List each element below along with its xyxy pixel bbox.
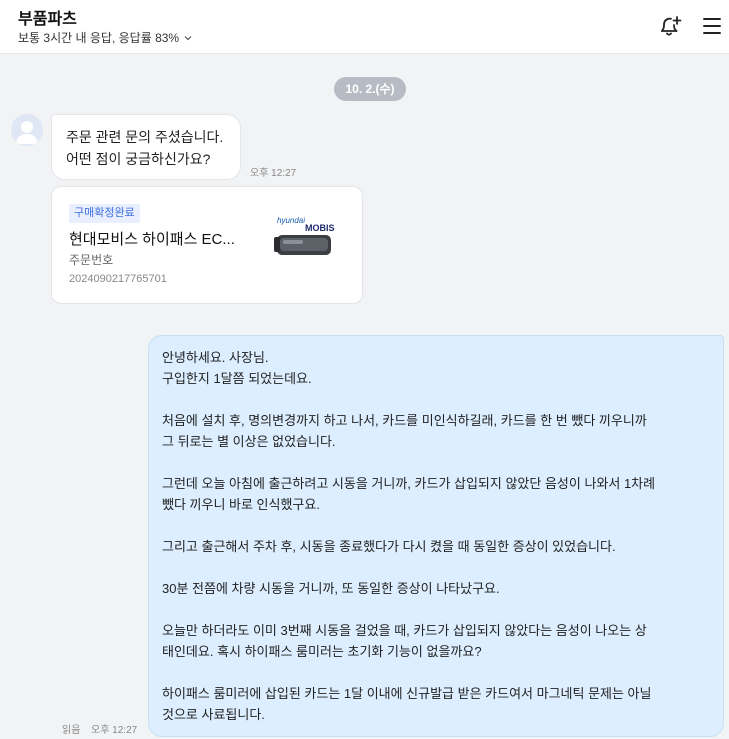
outgoing-timestamp: 오후 12:27 — [91, 725, 138, 736]
product-thumbnail: hyundai MOBIS — [274, 216, 335, 255]
order-number-label: 주문번호 — [69, 253, 114, 267]
msg-line: 안녕하세요. 사장님. — [162, 350, 269, 365]
outgoing-message: 안녕하세요. 사장님. 구입한지 1달쯤 되었는데요. 처음에 설치 후, 명의… — [148, 335, 724, 737]
shop-name[interactable]: 부품파츠 — [18, 5, 77, 29]
msg-line: 하이패스 룸미러에 삽입된 카드는 1달 이내에 신규발급 받은 카드여서 마그… — [162, 686, 652, 701]
response-info[interactable]: 보통 3시간 내 응답, 응답률 83% — [18, 29, 193, 46]
msg-line: 30분 전쯤에 차량 시동을 거니까, 또 동일한 증상이 나타났구요. — [162, 581, 500, 596]
response-info-text: 보통 3시간 내 응답, 응답률 83% — [18, 31, 180, 45]
bell-plus-icon[interactable] — [657, 13, 683, 39]
incoming-line-2: 어떤 점이 궁금하신가요? — [66, 151, 211, 167]
msg-line: 오늘만 하더라도 이미 3번째 시동을 걸었을 때, 카드가 삽입되지 않았다는… — [162, 623, 647, 638]
msg-line: 구입한지 1달쯤 되었는데요. — [162, 371, 312, 386]
avatar-silhouette — [16, 121, 38, 144]
msg-line: 그리고 출근해서 주차 후, 시동을 종료했다가 다시 켰을 때 동일한 증상이… — [162, 539, 616, 554]
read-receipt: 읽음 — [62, 725, 81, 736]
incoming-timestamp: 오후 12:27 — [250, 168, 297, 179]
thumb-brand-2: MOBIS — [305, 223, 335, 233]
msg-line: 것으로 사료됩니다. — [162, 707, 265, 722]
default-avatar-icon[interactable] — [11, 114, 43, 146]
chevron-down-icon — [184, 35, 192, 40]
thumb-brand-1: hyundai — [277, 216, 305, 225]
msg-line: 뺐다 끼우니 바로 인식했구요. — [162, 497, 320, 512]
hamburger-menu-icon[interactable] — [699, 13, 725, 39]
incoming-line-1: 주문 관련 문의 주셨습니다. — [66, 129, 224, 145]
date-divider: 10. 2.(수) — [334, 77, 406, 101]
msg-line: 그런데 오늘 아침에 출근하려고 시동을 거니까, 카드가 삽입되지 않았단 음… — [162, 476, 656, 491]
chat-header: 부품파츠 보통 3시간 내 응답, 응답률 83% — [0, 0, 729, 54]
incoming-message: 주문 관련 문의 주셨습니다. 어떤 점이 궁금하신가요? — [51, 114, 241, 180]
order-product-title: 현대모비스 하이패스 EC... — [69, 231, 235, 248]
msg-line: 태인데요. 혹시 하이패스 룸미러는 초기화 기능이 없을까요? — [162, 644, 482, 659]
msg-line: 처음에 설치 후, 명의변경까지 하고 나서, 카드를 미인식하길래, 카드를 … — [162, 413, 647, 428]
order-number: 2024090217765701 — [69, 273, 167, 285]
order-card[interactable]: 구매확정완료 현대모비스 하이패스 EC... 주문번호 20240902177… — [51, 186, 363, 304]
msg-line: 그 뒤로는 별 이상은 없었습니다. — [162, 434, 336, 449]
order-status-badge: 구매확정완료 — [69, 204, 140, 223]
